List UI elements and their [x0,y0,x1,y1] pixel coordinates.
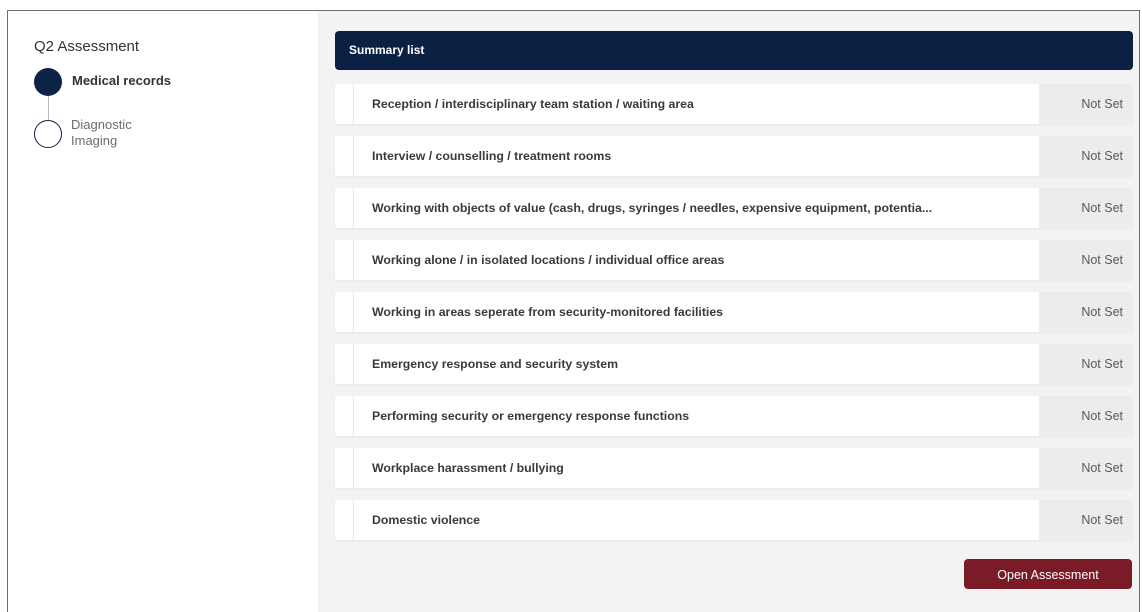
list-item[interactable]: Domestic violence Not Set [335,500,1133,540]
list-item-label: Working alone / in isolated locations / … [372,253,725,267]
status-badge: Not Set [1039,448,1133,488]
status-badge: Not Set [1039,84,1133,124]
row-marker [335,500,354,540]
list-item-label: Performing security or emergency respons… [372,409,690,423]
row-marker [335,240,354,280]
sidebar: Q2 Assessment Medical records Diagnostic… [8,11,318,612]
row-marker [335,84,354,124]
main-panel: Summary list Reception / interdisciplina… [318,11,1139,612]
status-badge: Not Set [1039,240,1133,280]
open-assessment-button[interactable]: Open Assessment [964,559,1132,589]
list-item[interactable]: Working in areas seperate from security-… [335,292,1133,332]
summary-list: Reception / interdisciplinary team stati… [335,84,1133,552]
list-item[interactable]: Working with objects of value (cash, dru… [335,188,1133,228]
list-item-label: Working in areas seperate from security-… [372,305,724,319]
row-marker [335,344,354,384]
row-marker [335,396,354,436]
summary-list-header: Summary list [335,31,1133,70]
row-marker [335,188,354,228]
list-item[interactable]: Emergency response and security system N… [335,344,1133,384]
list-item-label: Emergency response and security system [372,357,619,371]
list-item[interactable]: Reception / interdisciplinary team stati… [335,84,1133,124]
step-diagnostic-imaging[interactable]: Diagnostic Imaging [71,117,161,149]
status-badge: Not Set [1039,500,1133,540]
list-item-label: Working with objects of value (cash, dru… [372,201,933,215]
list-item-label: Interview / counselling / treatment room… [372,149,612,163]
row-marker [335,448,354,488]
app-window: Q2 Assessment Medical records Diagnostic… [7,10,1140,612]
step-completed-icon[interactable] [34,68,62,96]
list-item-label: Reception / interdisciplinary team stati… [372,97,694,111]
list-item[interactable]: Performing security or emergency respons… [335,396,1133,436]
list-item[interactable]: Interview / counselling / treatment room… [335,136,1133,176]
list-item[interactable]: Workplace harassment / bullying Not Set [335,448,1133,488]
row-marker [335,292,354,332]
status-badge: Not Set [1039,396,1133,436]
step-pending-icon[interactable] [34,120,62,148]
list-item-label: Workplace harassment / bullying [372,461,564,475]
step-medical-records[interactable]: Medical records [72,73,171,88]
assessment-title: Q2 Assessment [34,38,140,55]
status-badge: Not Set [1039,292,1133,332]
status-badge: Not Set [1039,188,1133,228]
row-marker [335,136,354,176]
status-badge: Not Set [1039,344,1133,384]
list-item[interactable]: Working alone / in isolated locations / … [335,240,1133,280]
list-item-label: Domestic violence [372,513,480,527]
status-badge: Not Set [1039,136,1133,176]
